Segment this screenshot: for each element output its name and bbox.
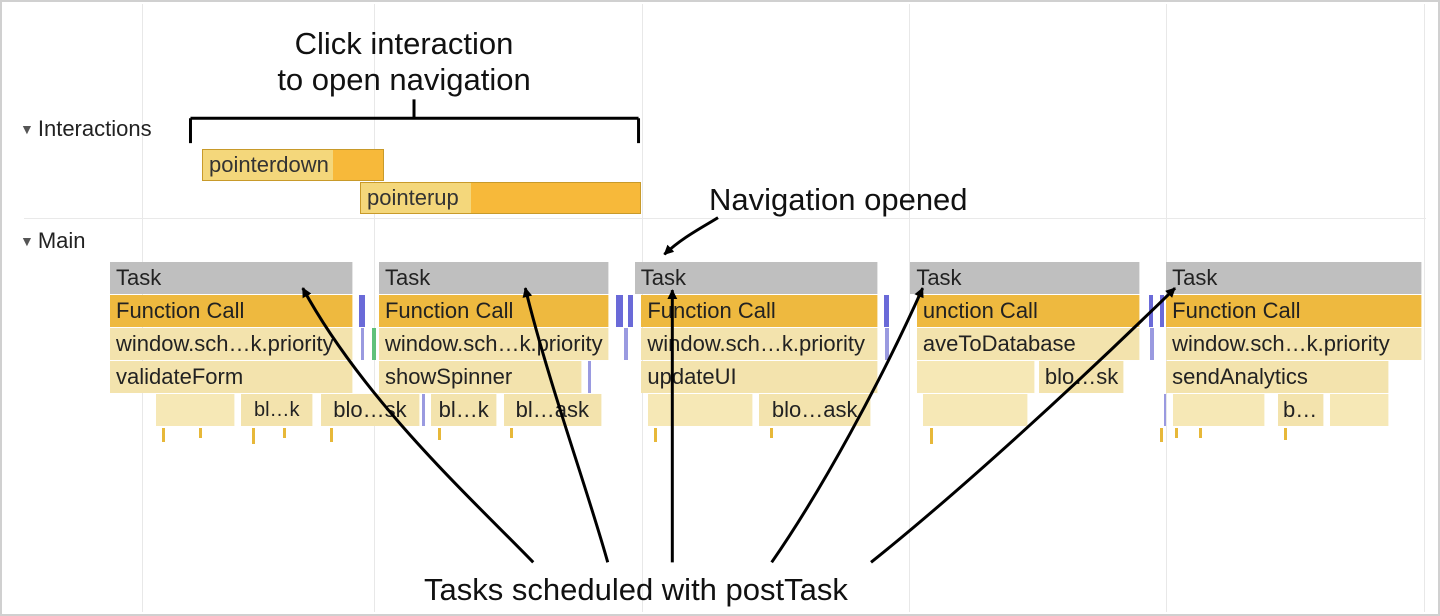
flame-block[interactable]: b… xyxy=(1278,394,1324,426)
task-block[interactable]: Task xyxy=(910,262,1140,294)
flame-block[interactable]: blo…sk xyxy=(1039,361,1124,393)
flame-ticks xyxy=(110,428,1422,450)
flame-block[interactable] xyxy=(917,361,1035,393)
track-label-text: Interactions xyxy=(38,116,152,142)
interaction-pointerdown[interactable]: pointerdown xyxy=(202,149,384,181)
function-call-block[interactable]: Function Call xyxy=(110,295,353,327)
annotation-navigation-opened: Navigation opened xyxy=(709,182,968,218)
interaction-pointerup[interactable]: pointerup xyxy=(360,182,641,214)
flame-block[interactable] xyxy=(1173,394,1265,426)
flame-block[interactable]: window.sch…k.priority xyxy=(641,328,877,360)
function-call-block[interactable]: Function Call xyxy=(379,295,609,327)
function-call-block[interactable]: Function Call xyxy=(641,295,877,327)
flame-block[interactable]: showSpinner xyxy=(379,361,582,393)
flame-block[interactable] xyxy=(648,394,753,426)
flame-block[interactable]: bl…ask xyxy=(504,394,602,426)
flame-block[interactable] xyxy=(1330,394,1389,426)
function-call-block[interactable]: unction Call xyxy=(917,295,1140,327)
flame-block[interactable]: blo…ask xyxy=(759,394,871,426)
disclosure-triangle-icon: ▼ xyxy=(20,233,34,249)
flame-row-task: Task Task Task Task Task xyxy=(110,262,1422,294)
task-block[interactable]: Task xyxy=(110,262,353,294)
flame-block[interactable]: window.sch…k.priority xyxy=(110,328,353,360)
flame-block[interactable]: window.sch…k.priority xyxy=(1166,328,1422,360)
flame-block[interactable]: updateUI xyxy=(641,361,877,393)
annotation-line: Click interaction xyxy=(224,26,584,62)
disclosure-triangle-icon: ▼ xyxy=(20,121,34,137)
flame-row-3: validateForm showSpinner updateUI blo…sk… xyxy=(110,361,1422,393)
annotation-click-interaction: Click interaction to open navigation xyxy=(224,26,584,98)
interaction-label: pointerdown xyxy=(203,150,333,180)
flame-row-function: Function Call Function Call Function Cal… xyxy=(110,295,1422,327)
flame-block[interactable]: bl…k xyxy=(431,394,497,426)
flame-block[interactable]: window.sch…k.priority xyxy=(379,328,609,360)
task-block[interactable]: Task xyxy=(379,262,609,294)
flame-block[interactable]: aveToDatabase xyxy=(917,328,1140,360)
annotation-tasks-scheduled: Tasks scheduled with postTask xyxy=(424,572,848,608)
flame-row-2: window.sch…k.priority window.sch…k.prior… xyxy=(110,328,1422,360)
flame-block[interactable] xyxy=(923,394,1028,426)
function-call-block[interactable]: Function Call xyxy=(1166,295,1422,327)
flame-block[interactable]: blo…sk xyxy=(321,394,419,426)
track-header-main[interactable]: ▼ Main xyxy=(20,228,86,254)
annotation-line: to open navigation xyxy=(224,62,584,98)
track-header-interactions[interactable]: ▼ Interactions xyxy=(20,116,152,142)
task-block[interactable]: Task xyxy=(635,262,878,294)
track-label-text: Main xyxy=(38,228,86,254)
flame-block[interactable]: sendAnalytics xyxy=(1166,361,1389,393)
flame-block[interactable] xyxy=(156,394,235,426)
task-block[interactable]: Task xyxy=(1166,262,1422,294)
interaction-label: pointerup xyxy=(361,183,471,213)
flame-row-4: bl…k blo…sk bl…k bl…ask blo…ask b… xyxy=(110,394,1422,426)
flame-block[interactable]: validateForm xyxy=(110,361,353,393)
flame-block[interactable]: bl…k xyxy=(241,394,313,426)
perf-panel-diagram: Click interaction to open navigation Nav… xyxy=(4,4,1436,612)
